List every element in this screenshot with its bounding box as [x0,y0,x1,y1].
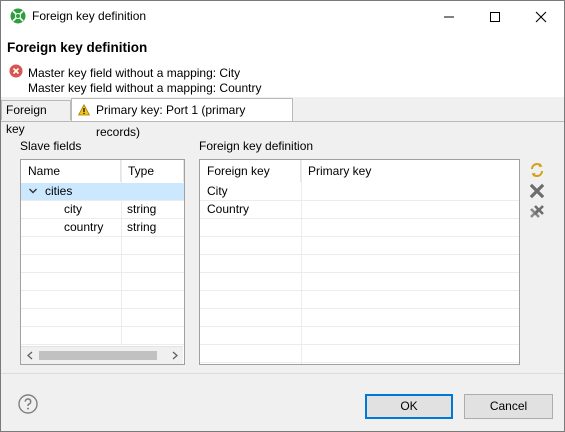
empty-row [200,255,519,273]
slave-fields-label: Slave fields [20,139,82,153]
window-title: Foreign key definition [32,9,147,23]
column-header-type[interactable]: Type [121,160,184,182]
delete-icon [529,183,545,199]
scrollbar-thumb[interactable] [39,351,157,360]
close-button[interactable] [518,1,564,32]
tree-row-cities[interactable]: cities [21,183,184,201]
empty-row [200,327,519,345]
ok-button[interactable]: OK [365,394,453,419]
empty-row [200,345,519,363]
foreign-key-definition-label: Foreign key definition [199,139,314,153]
empty-row [200,219,519,237]
field-type: string [127,220,157,234]
empty-row [21,327,184,345]
refresh-mapping-icon [531,163,543,177]
empty-row [21,237,184,255]
horizontal-scrollbar[interactable] [21,346,183,364]
slave-fields-table[interactable]: Name Type cities city string country str… [20,159,185,365]
table-row[interactable]: City [200,183,519,201]
cancel-button[interactable]: Cancel [464,394,553,419]
scroll-left-icon[interactable] [21,347,38,364]
delete-all-icon [530,205,544,218]
empty-row [200,309,519,327]
close-icon [535,11,547,22]
empty-row [21,273,184,291]
auto-map-button[interactable] [528,161,546,179]
maximize-button[interactable] [472,1,518,32]
maximize-icon [490,11,500,22]
minimize-icon [444,16,454,17]
minimize-button[interactable] [426,1,472,32]
help-icon[interactable] [18,394,38,414]
field-type: string [127,202,157,216]
error-message: Master key field without a mapping: Coun… [28,81,262,95]
footer-divider [1,373,564,374]
remove-mapping-button[interactable] [528,182,546,200]
dialog-window: Foreign key definition Foreign key defin… [0,0,565,432]
scroll-right-icon[interactable] [166,347,183,364]
empty-row [200,273,519,291]
remove-all-mappings-button[interactable] [528,203,546,221]
tab-foreign-key[interactable]: Foreign key [1,100,71,136]
column-header-name[interactable]: Name [21,160,121,182]
empty-row [21,255,184,273]
dialog-header: Foreign key definition Master key field … [1,32,564,97]
empty-row [200,291,519,309]
tab-strip: Foreign key Primary key: Port 1 (primary… [1,97,564,139]
foreign-key-cell[interactable]: Country [207,201,249,219]
empty-row [200,237,519,255]
column-header-primary-key[interactable]: Primary key [301,160,519,182]
table-row[interactable]: Country [200,201,519,219]
foreign-key-cell[interactable]: City [207,183,228,201]
tab-primary-key[interactable]: Primary key: Port 1 (primary records) [71,98,293,139]
tree-node-label: cities [45,184,73,198]
app-icon [10,8,26,24]
empty-row [21,291,184,309]
warning-icon [78,104,90,116]
chevron-down-icon[interactable] [28,183,38,201]
foreign-key-table[interactable]: Foreign key Primary key City Country [199,159,520,365]
table-row[interactable]: country string [21,219,184,237]
error-icon [9,64,23,78]
column-header-foreign-key[interactable]: Foreign key [200,160,301,182]
header-title: Foreign key definition [7,40,148,55]
title-bar: Foreign key definition [1,1,564,32]
field-name: country [64,220,104,234]
empty-row [21,309,184,327]
error-message: Master key field without a mapping: City [28,66,241,80]
table-row[interactable]: city string [21,201,184,219]
tab-label: Foreign key [6,103,47,136]
tab-label: Primary key: Port 1 (primary records) [96,103,246,139]
field-name: city [64,202,82,216]
